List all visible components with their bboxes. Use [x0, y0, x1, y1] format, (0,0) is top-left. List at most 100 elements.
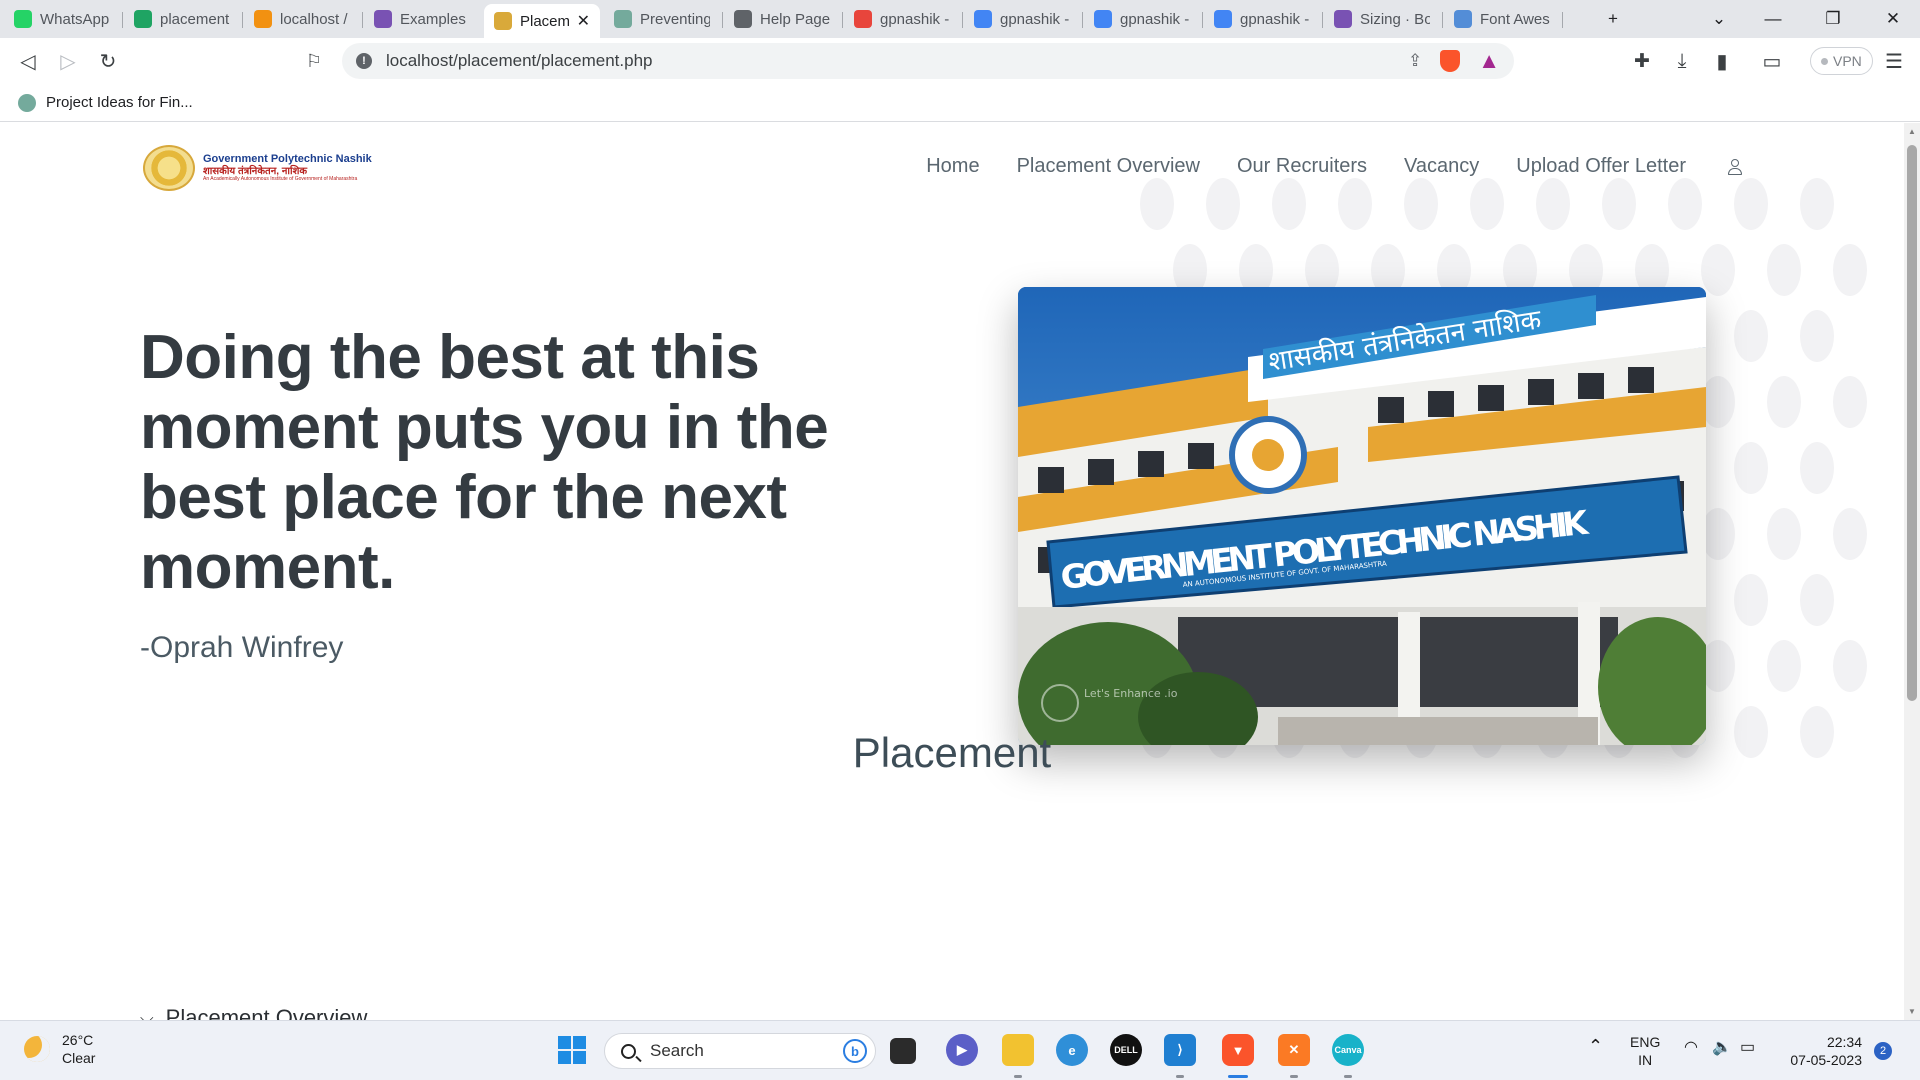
- chatgpt-icon: [18, 93, 36, 112]
- xampp-icon[interactable]: ✕: [1278, 1034, 1310, 1066]
- weather-widget[interactable]: 26°C Clear: [24, 1031, 95, 1067]
- show-hidden-icons-chevron[interactable]: ⌃: [1588, 1037, 1603, 1055]
- nav-placement-overview[interactable]: Placement Overview: [1017, 155, 1200, 178]
- clock[interactable]: 22:34 07-05-2023: [1780, 1033, 1862, 1069]
- dell-icon[interactable]: DELL: [1110, 1034, 1142, 1066]
- brave-shield-icon: [854, 10, 872, 28]
- browser-tab[interactable]: gpnashik -: [1084, 4, 1200, 34]
- browser-tab-title: gpnashik -: [1000, 10, 1070, 28]
- bootstrap-icon: [1334, 10, 1352, 28]
- browser-tab[interactable]: localhost /: [244, 4, 360, 34]
- tab-separator: [1562, 12, 1563, 28]
- site-logo[interactable]: Government Polytechnic Nashik शासकीय तंत…: [143, 145, 372, 191]
- accordion-placement-overview[interactable]: ⌵ Placement Overview: [140, 1005, 367, 1020]
- brave-shields-icon[interactable]: [1440, 50, 1461, 72]
- bing-icon[interactable]: b: [843, 1039, 867, 1063]
- clock-time: 22:34: [1826, 1034, 1862, 1050]
- tab-separator: [1202, 12, 1203, 28]
- close-window-button[interactable]: ✕: [1866, 0, 1920, 38]
- college-building-illustration: शासकीय तंत्रनिकेतन नाशिक GOVERNMENT POLY…: [1018, 287, 1706, 745]
- site-info-icon[interactable]: !: [356, 53, 372, 69]
- bootstrap-icon: [374, 10, 392, 28]
- address-bar[interactable]: ! localhost/placement/placement.php ⇪ ▲: [342, 43, 1514, 79]
- close-tab-icon[interactable]: ✕: [577, 11, 590, 31]
- decorative-dot: [1767, 376, 1801, 428]
- decorative-dot: [1602, 178, 1636, 230]
- logo-tagline: An Academically Autonomous Institute of …: [203, 176, 358, 183]
- chatgpt-icon: [614, 10, 632, 28]
- file-explorer-icon[interactable]: [1002, 1034, 1034, 1066]
- decorative-dot: [1734, 310, 1768, 362]
- page-scrollbar[interactable]: ▲ ▼: [1904, 123, 1920, 1020]
- bookmark-item[interactable]: Project Ideas for Fin...: [46, 94, 193, 111]
- extensions-icon[interactable]: ✚: [1628, 48, 1656, 74]
- tab-separator: [1322, 12, 1323, 28]
- weather-condition: Clear: [62, 1050, 96, 1066]
- google-icon: [1214, 10, 1232, 28]
- decorative-dot: [1272, 178, 1306, 230]
- address-bar-url[interactable]: localhost/placement/placement.php: [386, 51, 653, 71]
- forward-icon[interactable]: ▷: [54, 48, 82, 74]
- edge-icon[interactable]: e: [1056, 1034, 1088, 1066]
- wallet-icon[interactable]: ▭: [1758, 48, 1786, 74]
- nav-our-recruiters[interactable]: Our Recruiters: [1237, 155, 1367, 178]
- scrollbar-thumb[interactable]: [1907, 145, 1917, 701]
- browser-tab[interactable]: Help Page: [724, 4, 840, 34]
- tab-separator: [122, 12, 123, 28]
- notification-badge[interactable]: 2: [1874, 1042, 1892, 1060]
- bookmark-icon[interactable]: ⚐: [300, 48, 328, 74]
- tab-search-chevron-icon[interactable]: ⌄: [1692, 0, 1746, 38]
- user-icon[interactable]: [1726, 158, 1744, 176]
- browser-tab[interactable]: gpnashik -: [964, 4, 1080, 34]
- brave-icon[interactable]: ▼: [1222, 1034, 1254, 1066]
- browser-tab[interactable]: placement: [124, 4, 240, 34]
- decorative-dot: [1206, 178, 1240, 230]
- back-icon[interactable]: ◁: [14, 48, 42, 74]
- downloads-icon[interactable]: ⤓: [1668, 48, 1696, 74]
- battery-icon[interactable]: ▭: [1740, 1039, 1755, 1057]
- browser-tab[interactable]: Preventing: [604, 4, 720, 34]
- vpn-button[interactable]: VPN: [1810, 47, 1873, 75]
- browser-tab[interactable]: WhatsApp: [4, 4, 120, 34]
- language-indicator[interactable]: ENG IN: [1630, 1033, 1660, 1069]
- volume-icon[interactable]: 🔈: [1712, 1039, 1732, 1057]
- brave-rewards-icon[interactable]: ▲: [1478, 48, 1500, 74]
- region-code: IN: [1638, 1052, 1653, 1068]
- teams-chat-icon[interactable]: ▶: [946, 1034, 978, 1066]
- browser-tab[interactable]: Placem ✕: [484, 4, 600, 38]
- taskbar-search[interactable]: Search b: [604, 1033, 876, 1069]
- task-view-icon[interactable]: [890, 1038, 916, 1064]
- wifi-icon[interactable]: ◠: [1684, 1039, 1698, 1057]
- decorative-dot: [1800, 574, 1834, 626]
- browser-tab[interactable]: Sizing · Boo: [1324, 4, 1440, 34]
- sidebar-icon[interactable]: ▮: [1708, 48, 1736, 74]
- share-icon[interactable]: ⇪: [1408, 51, 1422, 71]
- browser-tab[interactable]: gpnashik -: [844, 4, 960, 34]
- scroll-down-icon[interactable]: ▼: [1908, 1007, 1916, 1016]
- scroll-up-icon[interactable]: ▲: [1908, 127, 1916, 136]
- browser-tab-title: Font Aweso: [1480, 10, 1550, 28]
- windows-start-icon[interactable]: [556, 1034, 588, 1066]
- minimize-button[interactable]: —: [1746, 0, 1800, 38]
- browser-tab[interactable]: gpnashik -: [1204, 4, 1320, 34]
- nav-home[interactable]: Home: [926, 155, 979, 178]
- nav-vacancy[interactable]: Vacancy: [1404, 155, 1479, 178]
- tab-separator: [1082, 12, 1083, 28]
- google-icon: [974, 10, 992, 28]
- font-awesome-flag-icon: [1454, 10, 1472, 28]
- new-tab-button[interactable]: +: [1586, 0, 1640, 38]
- browser-tab[interactable]: Font Aweso: [1444, 4, 1560, 34]
- reload-icon[interactable]: ↻: [94, 48, 122, 74]
- search-icon: [621, 1043, 636, 1059]
- decorative-dot: [1833, 376, 1867, 428]
- browser-tab-title: gpnashik -: [1240, 10, 1310, 28]
- decorative-dot: [1767, 244, 1801, 296]
- restore-button[interactable]: ❐: [1806, 0, 1860, 38]
- nav-upload-offer-letter[interactable]: Upload Offer Letter: [1516, 155, 1686, 178]
- browser-tab[interactable]: Examples ·: [364, 4, 480, 34]
- canva-icon[interactable]: Canva: [1332, 1034, 1364, 1066]
- tab-separator: [962, 12, 963, 28]
- college-seal-icon: [143, 145, 195, 191]
- menu-icon[interactable]: ☰: [1880, 48, 1908, 74]
- vscode-icon[interactable]: ⟩: [1164, 1034, 1196, 1066]
